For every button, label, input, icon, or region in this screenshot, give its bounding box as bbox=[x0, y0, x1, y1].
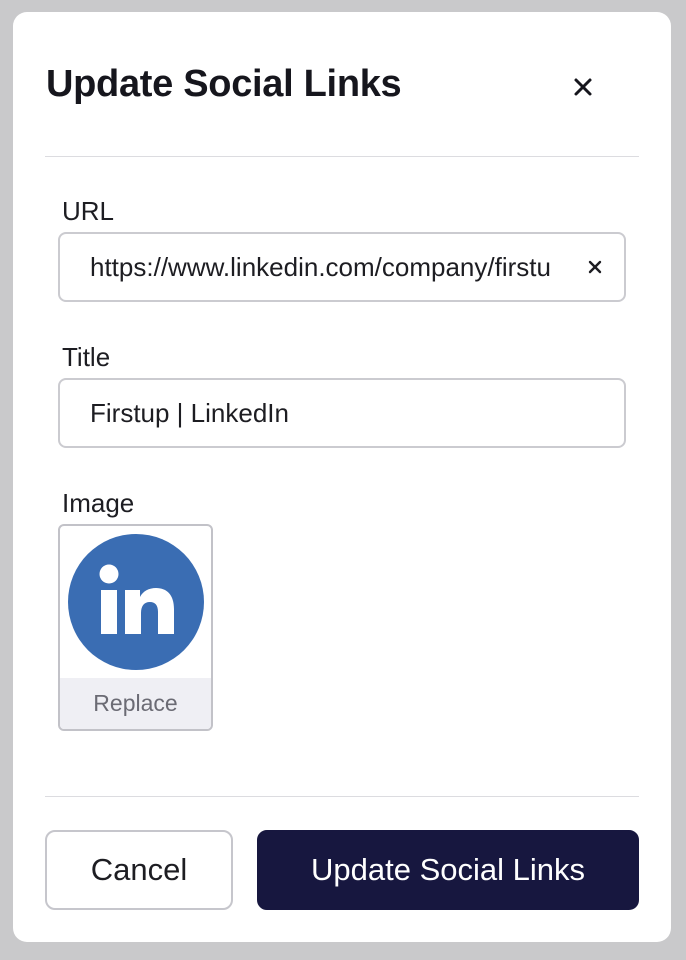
close-button[interactable] bbox=[564, 68, 602, 106]
title-field[interactable] bbox=[58, 378, 626, 448]
header-divider bbox=[45, 156, 639, 157]
image-label: Image bbox=[62, 488, 135, 518]
url-input[interactable] bbox=[90, 234, 552, 300]
update-social-links-button[interactable]: Update Social Links bbox=[257, 830, 639, 910]
url-field[interactable] bbox=[58, 232, 626, 302]
url-label: URL bbox=[62, 196, 115, 226]
close-icon bbox=[574, 78, 592, 96]
url-clear-button[interactable] bbox=[582, 254, 608, 280]
modal-header: Update Social Links bbox=[13, 12, 671, 157]
replace-image-button[interactable]: Replace bbox=[60, 678, 211, 729]
footer-divider bbox=[45, 796, 639, 797]
image-preview bbox=[60, 526, 211, 678]
title-label: Title bbox=[62, 342, 111, 372]
update-social-links-modal: Update Social Links URL Title Image bbox=[13, 12, 671, 942]
cancel-button[interactable]: Cancel bbox=[45, 830, 233, 910]
modal-title: Update Social Links bbox=[46, 63, 402, 105]
image-card: Replace bbox=[58, 524, 213, 731]
title-input[interactable] bbox=[90, 380, 600, 446]
linkedin-icon bbox=[67, 534, 204, 670]
close-icon bbox=[588, 260, 602, 274]
